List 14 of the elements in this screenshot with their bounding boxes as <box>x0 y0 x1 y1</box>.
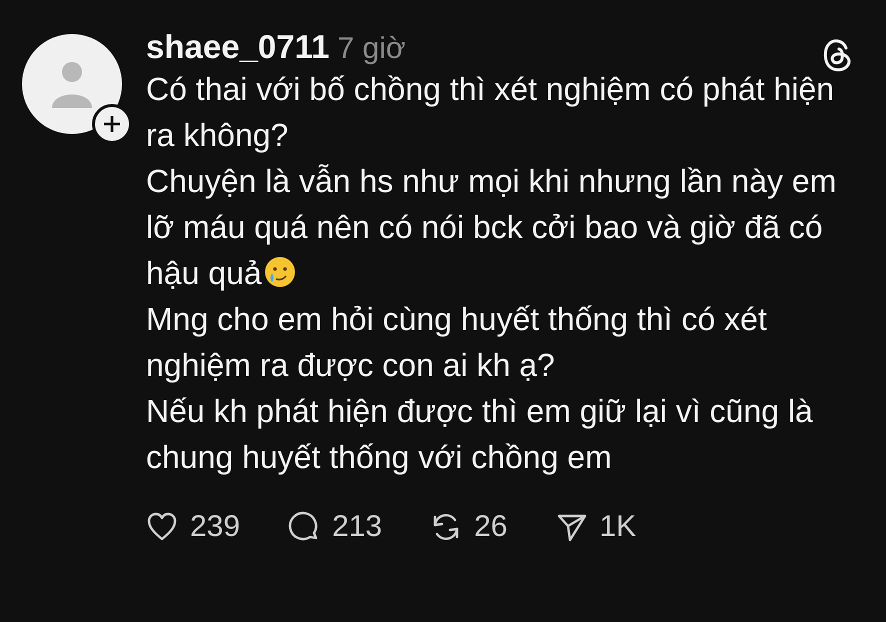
post-text: Có thai với bố chồng thì xét nghiệm có phát hiện ra không? <box>146 70 836 155</box>
comment-icon <box>288 511 320 543</box>
username[interactable]: shaee_0711 <box>146 28 330 66</box>
post-text: Mng cho em hỏi cùng huyết thống thì có xét nghiệm ra được con ai kh ạ? <box>146 300 768 385</box>
person-icon <box>50 60 94 108</box>
post-time: 7 giờ <box>338 32 406 66</box>
post-text: Chuyện là vẫn hs như mọi khi nhưng lần này em lỡ máu quá nên có nói bck cởi bao và giờ đã có hậu quả <box>146 162 838 293</box>
plus-icon <box>102 114 122 134</box>
heart-icon <box>146 511 178 543</box>
reply-button[interactable]: 213 <box>288 510 382 544</box>
share-button[interactable]: 1K <box>556 510 636 544</box>
repost-button[interactable]: 26 <box>430 510 508 544</box>
like-button[interactable]: 239 <box>146 510 240 544</box>
post-text: Nếu kh phát hiện được thì em giữ lại vì cũng là chung huyết thống với chồng em <box>146 392 814 477</box>
